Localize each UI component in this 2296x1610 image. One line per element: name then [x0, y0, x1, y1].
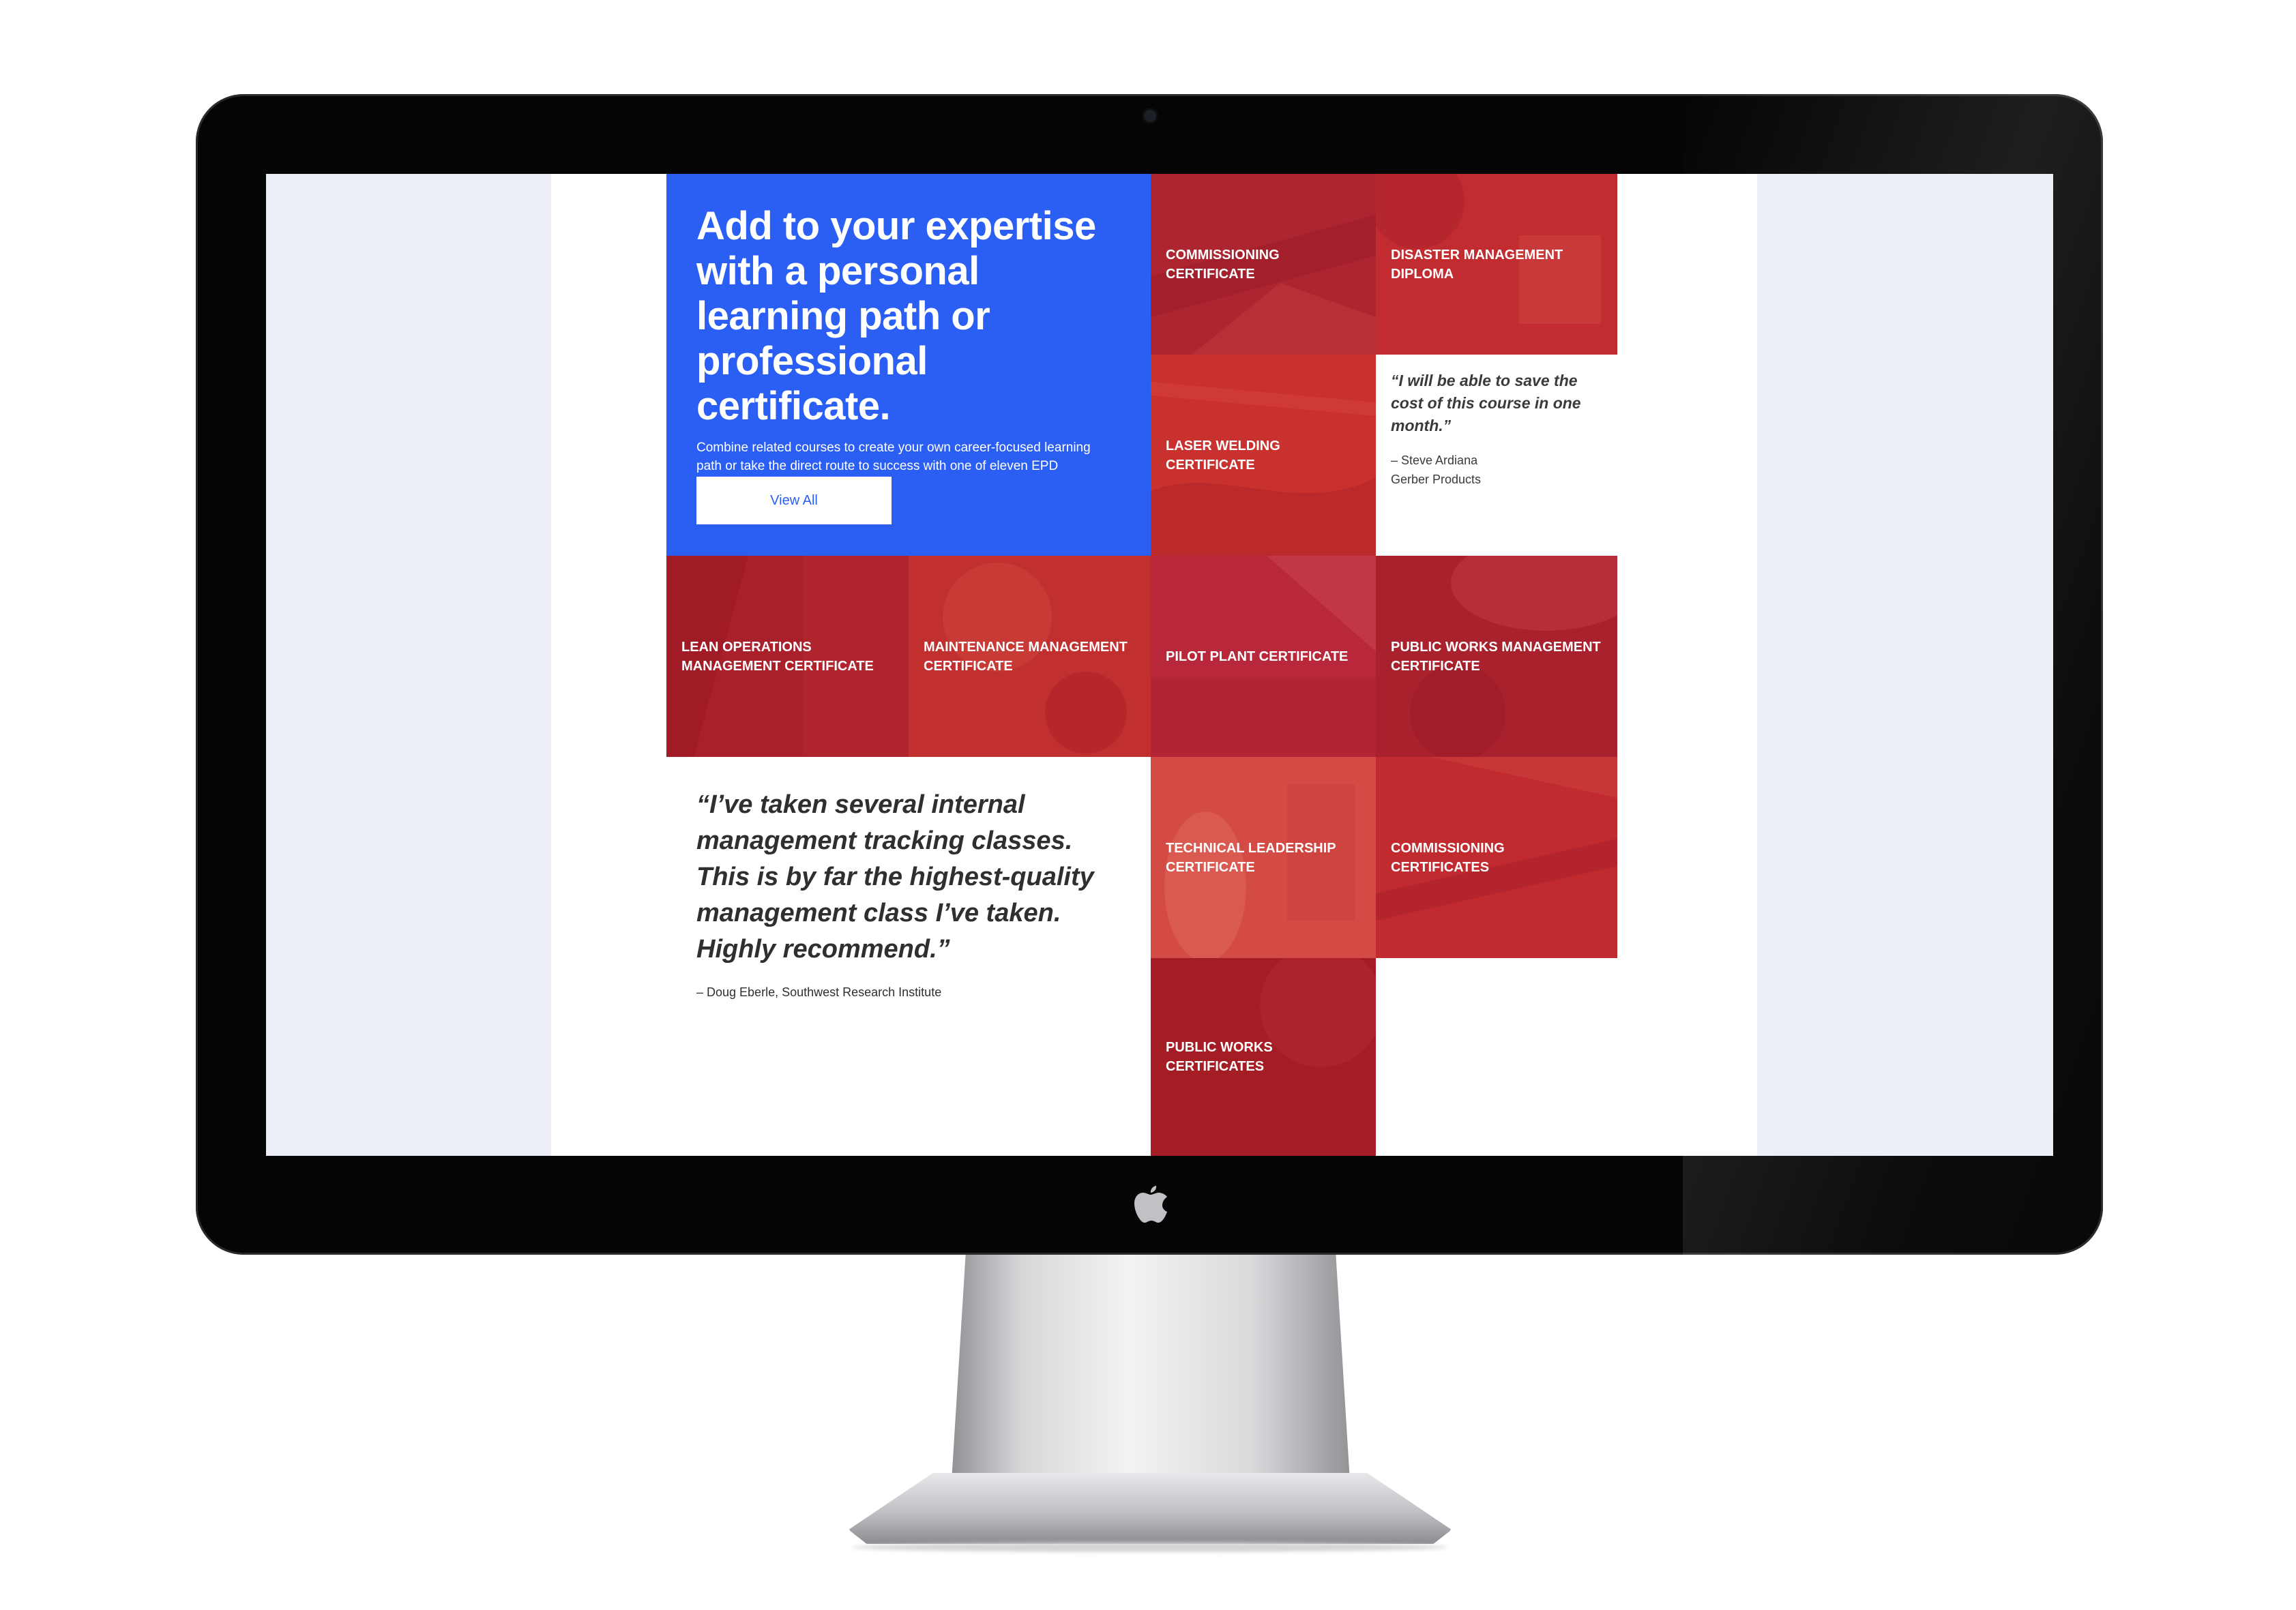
testimonial-small: “I will be able to save the cost of this…: [1376, 355, 1617, 556]
tile-label: LEAN OPERATIONS MANAGEMENT CERTIFICATE: [681, 639, 874, 674]
testimonial-quote: “I’ve taken several internal management …: [696, 790, 1094, 964]
monitor-stand-base: [849, 1473, 1452, 1544]
tile-laser-welding-certificate[interactable]: LASER WELDING CERTIFICATE: [1151, 355, 1376, 556]
hero-title: Add to your expertise with a personal le…: [696, 204, 1096, 428]
tile-label: MAINTENANCE MANAGEMENT CERTIFICATE: [924, 639, 1128, 674]
screen: Add to your expertise with a personal le…: [266, 174, 2053, 1156]
tile-public-works-management-certificate[interactable]: PUBLIC WORKS MANAGEMENT CERTIFICATE: [1376, 556, 1617, 757]
tile-label: TECHNICAL LEADERSHIP CERTIFICATE: [1166, 840, 1336, 875]
web-page: Add to your expertise with a personal le…: [551, 174, 1757, 1156]
hero-panel: Add to your expertise with a personal le…: [666, 174, 1151, 556]
tile-label: PILOT PLANT CERTIFICATE: [1166, 649, 1349, 664]
tile-maintenance-management-certificate[interactable]: MAINTENANCE MANAGEMENT CERTIFICATE: [909, 556, 1151, 757]
tile-lean-operations-management-certificate[interactable]: LEAN OPERATIONS MANAGEMENT CERTIFICATE: [666, 556, 909, 757]
tile-disaster-management-diploma[interactable]: DISASTER MANAGEMENT DIPLOMA: [1376, 174, 1617, 355]
webcam: [1142, 108, 1158, 124]
apple-logo-icon: [1134, 1186, 1167, 1223]
testimonial-large: “I’ve taken several internal management …: [666, 757, 1151, 1156]
testimonial-author: – Doug Eberle, Southwest Research Instit…: [696, 985, 942, 999]
tile-label: PUBLIC WORKS MANAGEMENT CERTIFICATE: [1391, 639, 1601, 674]
tile-public-works-certificates[interactable]: PUBLIC WORKS CERTIFICATES: [1151, 958, 1376, 1156]
tile-label: DISASTER MANAGEMENT DIPLOMA: [1391, 247, 1563, 282]
tile-label: COMMISSIONING CERTIFICATES: [1391, 840, 1505, 875]
tile-label: COMMISSIONING CERTIFICATE: [1166, 247, 1280, 282]
testimonial-author: – Steve Ardiana Gerber Products: [1391, 453, 1482, 486]
tile-label: LASER WELDING CERTIFICATE: [1166, 438, 1280, 473]
tile-technical-leadership-certificate[interactable]: TECHNICAL LEADERSHIP CERTIFICATE: [1151, 757, 1376, 958]
tile-commissioning-certificate[interactable]: COMMISSIONING CERTIFICATE: [1151, 174, 1376, 355]
testimonial-quote: “I will be able to save the cost of this…: [1391, 372, 1581, 434]
view-all-button[interactable]: View All: [696, 477, 892, 524]
stand-shadow: [853, 1542, 1447, 1552]
tile-commissioning-certificates[interactable]: COMMISSIONING CERTIFICATES: [1376, 757, 1617, 958]
tile-pilot-plant-certificate[interactable]: PILOT PLANT CERTIFICATE: [1151, 556, 1376, 757]
tile-label: PUBLIC WORKS CERTIFICATES: [1166, 1040, 1273, 1074]
